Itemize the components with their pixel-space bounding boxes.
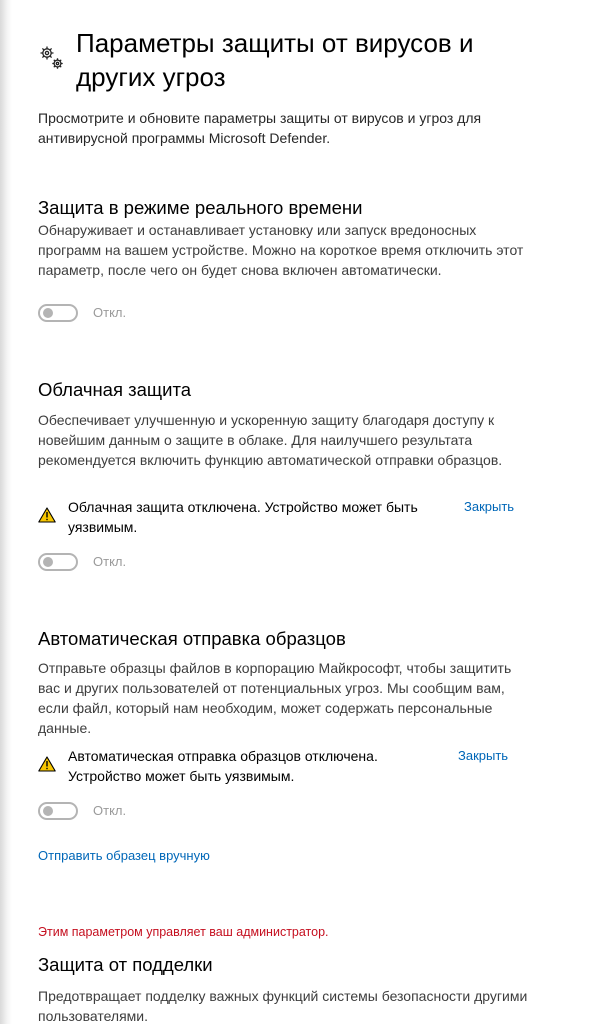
toggle-knob [43,308,53,318]
sample-submission-toggle-row: Откл. [38,800,238,822]
window-edge-shadow [0,0,12,1024]
sample-submission-toggle[interactable] [38,802,78,820]
toggle-knob [43,806,53,816]
sample-submission-description: Отправьте образцы файлов в корпорацию Ма… [38,660,512,736]
gears-icon [40,46,63,69]
realtime-protection-title: Защита в режиме реального времени [38,197,363,218]
cloud-protection-toggle-label: Откл. [93,554,127,569]
realtime-protection-toggle-row: Откл. [38,302,238,324]
realtime-protection-description: Обнаруживает и останавливает установку и… [38,222,524,278]
realtime-protection-toggle[interactable] [38,304,78,322]
page-title: Параметры защиты от вирусов и других угр… [76,28,474,92]
page-description: Просмотрите и обновите параметры защиты … [38,110,482,146]
tamper-protection-description: Предотвращает подделку важных функций си… [38,988,528,1024]
sample-submission-warning: Автоматическая отправка образцов отключе… [38,746,528,790]
cloud-protection-toggle[interactable] [38,553,78,571]
warning-icon [38,507,56,523]
submit-sample-manually-link[interactable]: Отправить образец вручную [38,847,210,865]
cloud-protection-warning: Облачная защита отключена. Устройство мо… [38,497,528,541]
tamper-protection-title: Защита от подделки [38,954,213,975]
cloud-protection-warning-text: Облачная защита отключена. Устройство мо… [68,499,418,535]
warning-icon [38,756,56,772]
toggle-knob [43,557,53,567]
admin-managed-note: Этим параметром управляет ваш администра… [38,925,329,939]
realtime-protection-toggle-label: Откл. [93,305,127,320]
cloud-warning-close-link[interactable]: Закрыть [464,497,514,517]
sample-submission-title: Автоматическая отправка образцов [38,628,346,649]
sample-warning-close-link[interactable]: Закрыть [458,746,508,766]
sample-submission-warning-text: Автоматическая отправка образцов отключе… [68,748,378,784]
sample-submission-toggle-label: Откл. [93,803,127,818]
cloud-protection-description: Обеспечивает улучшенную и ускоренную защ… [38,412,503,468]
cloud-protection-title: Облачная защита [38,379,192,400]
cloud-protection-toggle-row: Откл. [38,551,238,573]
